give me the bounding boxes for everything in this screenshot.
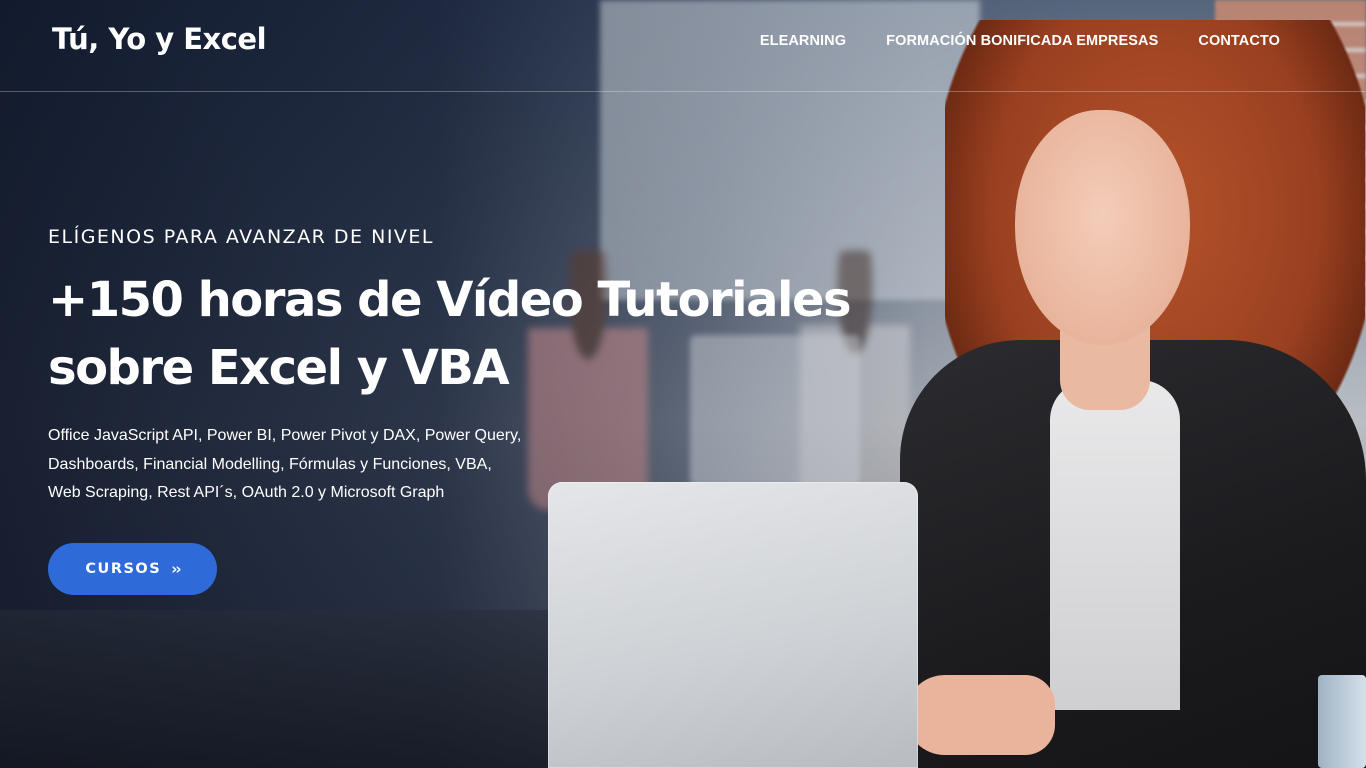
nav-link-elearning[interactable]: ELEARNING bbox=[760, 33, 846, 49]
site-header: Tú, Yo y Excel ELEARNING FORMACIÓN BONIF… bbox=[0, 0, 1366, 92]
cup bbox=[1318, 675, 1366, 768]
cursos-button-label: CURSOS bbox=[85, 561, 162, 577]
description-line-1: Office JavaScript API, Power BI, Power P… bbox=[48, 427, 522, 444]
site-logo[interactable]: Tú, Yo y Excel bbox=[52, 22, 267, 56]
nav-link-formacion-bonificada[interactable]: FORMACIÓN BONIFICADA EMPRESAS bbox=[886, 33, 1158, 49]
woman-hand bbox=[905, 675, 1055, 755]
headline-line-1: +150 horas de Vídeo Tutoriales bbox=[48, 272, 852, 328]
woman-shirt bbox=[1050, 380, 1180, 710]
hero-content: ELÍGENOS PARA AVANZAR DE NIVEL +150 hora… bbox=[48, 226, 928, 508]
description-line-2: Dashboards, Financial Modelling, Fórmula… bbox=[48, 455, 492, 473]
nav-link-contacto[interactable]: CONTACTO bbox=[1198, 33, 1280, 49]
cursos-button[interactable]: CURSOS ›› bbox=[48, 543, 217, 595]
woman-face bbox=[1015, 110, 1190, 345]
hero-eyebrow: ELÍGENOS PARA AVANZAR DE NIVEL bbox=[48, 226, 435, 248]
main-nav: ELEARNING FORMACIÓN BONIFICADA EMPRESAS … bbox=[760, 33, 1280, 49]
headline-line-2: sobre Excel y VBA bbox=[48, 340, 510, 396]
hero-headline: +150 horas de Vídeo Tutoriales sobre Exc… bbox=[48, 266, 928, 402]
laptop bbox=[548, 482, 918, 768]
description-line-3: Web Scraping, Rest API´s, OAuth 2.0 y Mi… bbox=[48, 484, 445, 501]
chevron-double-right-icon: ›› bbox=[171, 560, 181, 578]
hero-description: Office JavaScript API, Power BI, Power P… bbox=[48, 422, 928, 508]
hero-section: Tú, Yo y Excel ELEARNING FORMACIÓN BONIF… bbox=[0, 0, 1366, 768]
